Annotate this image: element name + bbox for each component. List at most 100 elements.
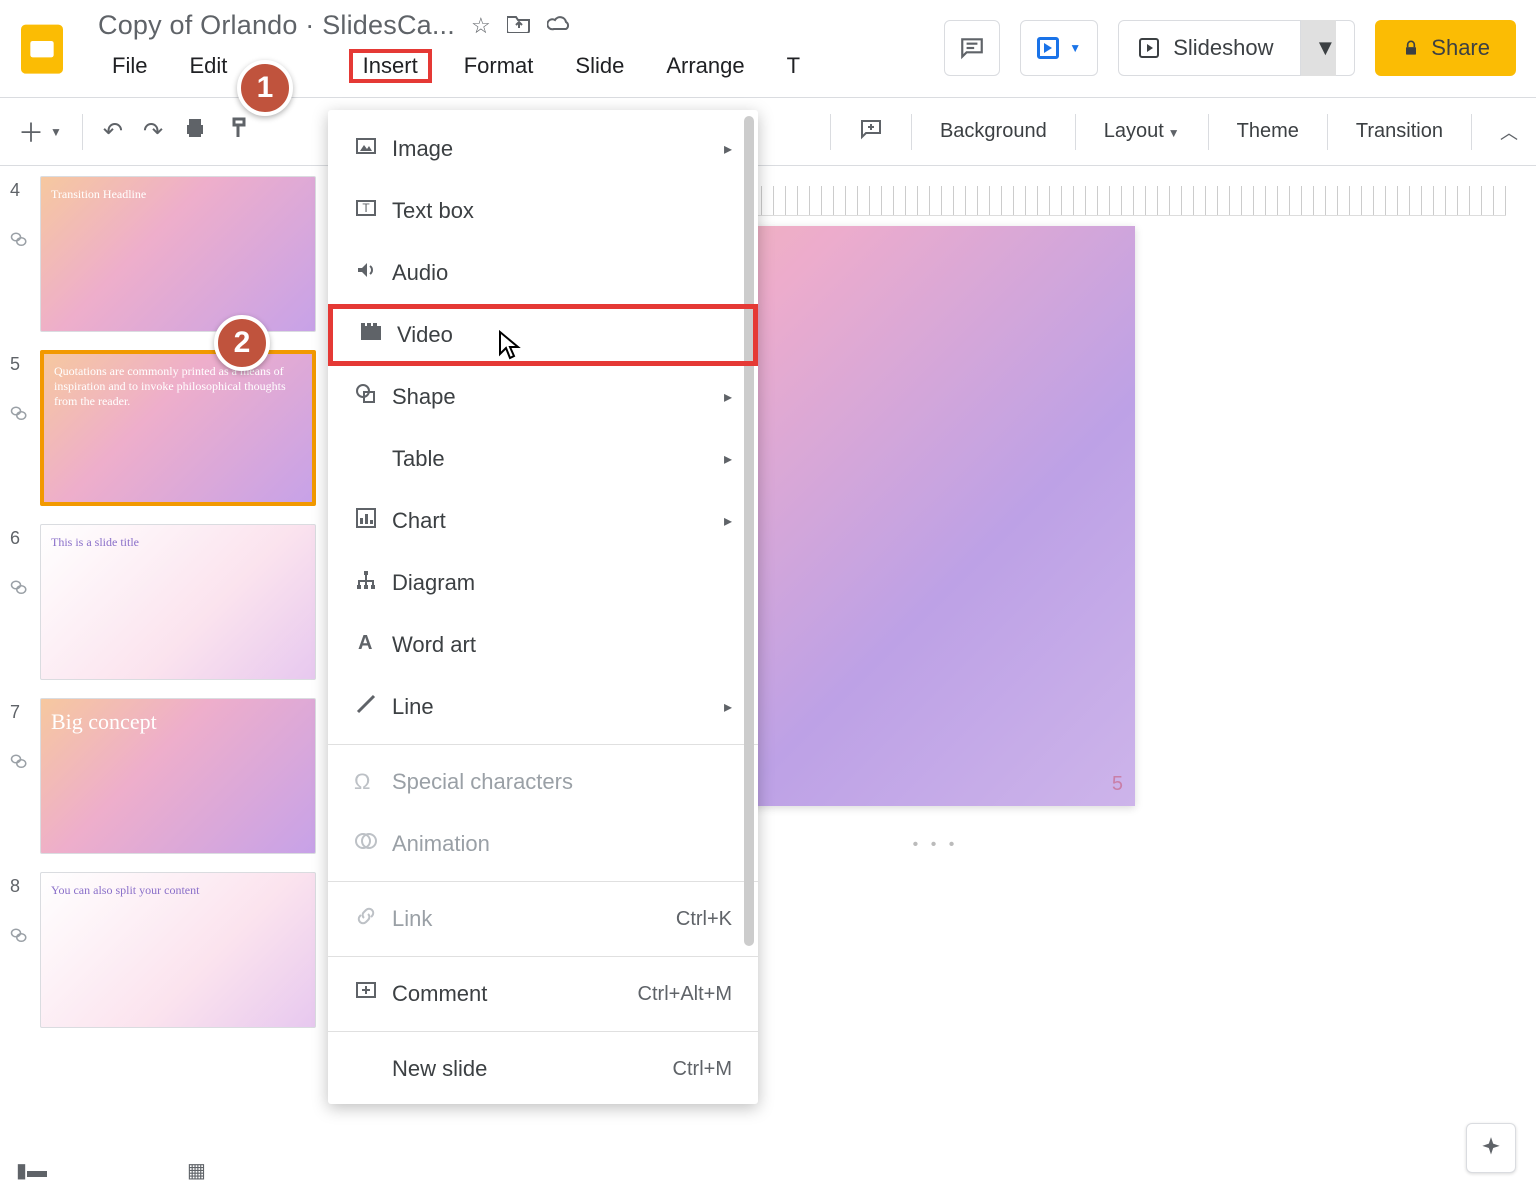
app-header: Copy of Orlando · SlidesCa... ☆ File Edit… [0, 0, 1536, 83]
menu-item-label: Text box [392, 198, 474, 224]
slide-preview: Transition Headline [40, 176, 316, 332]
menu-item-label: Image [392, 136, 453, 162]
explore-button[interactable] [1466, 1123, 1516, 1173]
speaker-notes-icon [10, 753, 30, 776]
menu-item-label: Diagram [392, 570, 475, 596]
menu-slide[interactable]: Slide [565, 49, 634, 83]
slide-thumbnail[interactable]: 7Big concept [10, 698, 325, 854]
slide-preview: Quotations are commonly printed as a mea… [40, 350, 316, 506]
menu-item-text-box[interactable]: T Text box [328, 180, 758, 242]
document-title[interactable]: Copy of Orlando · SlidesCa... [98, 10, 455, 41]
menu-item-label: Word art [392, 632, 476, 658]
audio-icon [354, 258, 392, 288]
menu-item-video[interactable]: Video [328, 304, 758, 366]
title-area: Copy of Orlando · SlidesCa... ☆ File Edit… [98, 10, 810, 83]
line-icon [354, 692, 392, 722]
lock-icon [1401, 38, 1421, 58]
slide-number: 5 [10, 350, 34, 375]
toolbar-theme[interactable]: Theme [1237, 120, 1299, 143]
menu-item-special-characters: ΩSpecial characters [328, 751, 758, 813]
new-slide-button[interactable]: ＋ ▼ [18, 113, 62, 150]
omega-icon: Ω [354, 769, 392, 795]
submenu-arrow-icon: ▸ [724, 511, 732, 531]
comment-icon [354, 979, 392, 1009]
menu-edit[interactable]: Edit [179, 49, 237, 83]
image-icon [354, 134, 392, 164]
keyboard-shortcut: Ctrl+M [673, 1058, 732, 1081]
print-icon[interactable] [183, 116, 207, 147]
slide-thumbnail[interactable]: 6This is a slide title [10, 524, 325, 680]
slide-thumbnail[interactable]: 4Transition Headline [10, 176, 325, 332]
open-comments-button[interactable] [944, 20, 1000, 76]
insert-comment-icon[interactable] [859, 117, 883, 147]
wordart-icon: A [354, 630, 392, 660]
slide-thumbnail[interactable]: 8You can also split your content [10, 872, 325, 1028]
shape-icon [354, 382, 392, 412]
video-icon [359, 320, 397, 350]
menu-item-line[interactable]: Line ▸ [328, 676, 758, 738]
annotation-badge-1: 1 [237, 60, 293, 116]
share-button[interactable]: Share [1375, 20, 1516, 76]
share-label: Share [1431, 35, 1490, 61]
filmstrip-view-icon[interactable]: ▮▬ [16, 1158, 47, 1183]
star-icon[interactable]: ☆ [471, 13, 491, 39]
menu-insert[interactable]: Insert [349, 49, 432, 83]
present-icon [1037, 37, 1059, 59]
menu-separator [328, 881, 758, 882]
menu-item-label: Comment [392, 981, 487, 1007]
menu-item-image[interactable]: Image ▸ [328, 118, 758, 180]
cloud-status-icon[interactable] [547, 13, 573, 39]
slideshow-button[interactable]: Slideshow ▼ [1118, 20, 1355, 76]
menu-item-animation: Animation [328, 813, 758, 875]
menu-arrange[interactable]: Arrange [656, 49, 754, 83]
menu-item-new-slide[interactable]: New slide Ctrl+M [328, 1038, 758, 1100]
grid-view-icon[interactable]: ▦ [187, 1158, 206, 1183]
slide-thumbnail[interactable]: 5Quotations are commonly printed as a me… [10, 350, 325, 506]
speaker-notes-icon [10, 927, 30, 950]
menu-format[interactable]: Format [454, 49, 544, 83]
menu-item-label: Special characters [392, 769, 573, 795]
insert-menu-dropdown: Image▸TText boxAudioVideoShape▸Table▸Cha… [328, 110, 758, 1104]
undo-icon[interactable]: ↶ [103, 117, 123, 146]
filmstrip[interactable]: 4Transition Headline 5Quotations are comm… [0, 166, 335, 1155]
slide-preview: You can also split your content [40, 872, 316, 1028]
view-switcher: ▮▬ ▦ [16, 1158, 206, 1183]
menu-item-table[interactable]: Table▸ [328, 428, 758, 490]
menu-item-word-art[interactable]: AWord art [328, 614, 758, 676]
menu-item-diagram[interactable]: Diagram [328, 552, 758, 614]
submenu-arrow-icon: ▸ [724, 139, 732, 159]
menu-t[interactable]: T [777, 49, 810, 83]
submenu-arrow-icon: ▸ [724, 697, 732, 717]
toolbar-background[interactable]: Background [940, 120, 1047, 143]
menu-separator [328, 1031, 758, 1032]
menu-item-comment[interactable]: CommentCtrl+Alt+M [328, 963, 758, 1025]
chevron-down-icon[interactable]: ▼ [1300, 20, 1337, 76]
chart-icon [354, 506, 392, 536]
toolbar-layout[interactable]: Layout▼ [1104, 120, 1180, 143]
paint-format-icon[interactable] [227, 116, 251, 147]
move-to-drive-icon[interactable] [507, 13, 531, 39]
play-in-box-icon [1137, 36, 1161, 60]
toolbar-transition[interactable]: Transition [1356, 120, 1443, 143]
menu-item-chart[interactable]: Chart ▸ [328, 490, 758, 552]
menu-separator [328, 744, 758, 745]
redo-icon[interactable]: ↷ [143, 117, 163, 146]
slideshow-label: Slideshow [1173, 35, 1273, 61]
textbox-icon: T [354, 196, 392, 226]
svg-text:T: T [362, 201, 370, 215]
slide-preview: This is a slide title [40, 524, 316, 680]
menu-item-label: Line [392, 694, 434, 720]
menu-item-label: Table [392, 446, 445, 472]
menu-item-label: Chart [392, 508, 446, 534]
menu-item-shape[interactable]: Shape▸ [328, 366, 758, 428]
slide-preview: Big concept [40, 698, 316, 854]
menu-item-audio[interactable]: Audio [328, 242, 758, 304]
menu-item-label: Video [397, 322, 453, 348]
menu-item-label: Audio [392, 260, 448, 286]
collapse-toolbar-icon[interactable]: ︿ [1500, 119, 1518, 145]
present-dropdown-button[interactable]: ▼ [1020, 20, 1098, 76]
menu-file[interactable]: File [102, 49, 157, 83]
toolbar: ＋ ▼ ↶ ↷ Background Layout▼ Theme Transition… [0, 98, 1536, 166]
menu-item-label: New slide [392, 1056, 487, 1082]
menu-item-link: LinkCtrl+K [328, 888, 758, 950]
